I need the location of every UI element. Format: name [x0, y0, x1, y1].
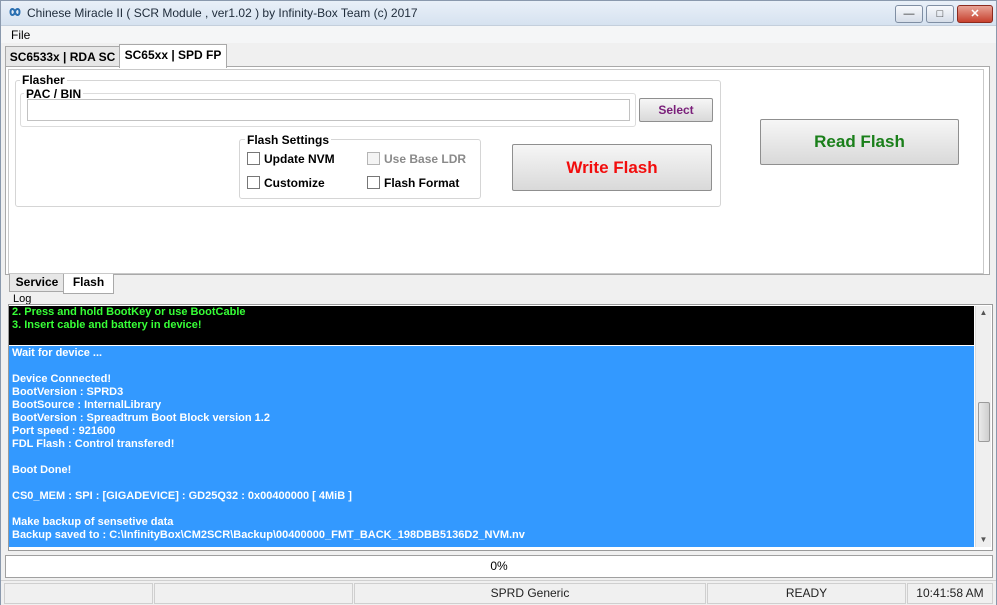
- checkbox-box[interactable]: [367, 152, 380, 165]
- status-panel-empty: [154, 583, 353, 604]
- log-line: 2. Press and hold BootKey or use BootCab…: [12, 306, 246, 318]
- log-line: Boot Done!: [12, 464, 72, 476]
- log-line: Backup saved to : C:\InfinityBox\CM2SCR\…: [12, 529, 525, 541]
- checkbox-box[interactable]: [367, 176, 380, 189]
- menu-bar: File: [1, 26, 996, 43]
- menu-file[interactable]: File: [11, 28, 30, 42]
- log-line: Port speed : 921600: [12, 425, 116, 437]
- status-time: 10:41:58 AM: [907, 583, 993, 604]
- log-instructions: 2. Press and hold BootKey or use BootCab…: [9, 306, 974, 345]
- select-file-button[interactable]: Select: [639, 98, 713, 122]
- log-line: Make backup of sensetive data: [12, 516, 174, 528]
- flash-format-label: Flash Format: [384, 176, 460, 190]
- update-nvm-label: Update NVM: [264, 152, 335, 166]
- scroll-down-arrow-icon[interactable]: ▼: [976, 533, 991, 547]
- log-output: Wait for device ... Device Connected! Bo…: [9, 346, 974, 547]
- infinity-icon: [9, 8, 21, 16]
- use-base-ldr-checkbox[interactable]: Use Base LDR: [367, 152, 466, 166]
- progress-text: 0%: [490, 559, 508, 573]
- close-button[interactable]: ✕: [957, 5, 993, 23]
- log-line: BootVersion : Spreadtrum Boot Block vers…: [12, 412, 270, 424]
- pac-bin-path-field[interactable]: [27, 99, 630, 121]
- flash-settings-label: Flash Settings: [245, 133, 332, 147]
- tab-sc65xx-spd-fp[interactable]: SC65xx | SPD FP: [119, 44, 227, 68]
- checkbox-box[interactable]: [247, 176, 260, 189]
- scroll-thumb[interactable]: [978, 402, 990, 442]
- window-title: Chinese Miracle II ( SCR Module , ver1.0…: [27, 6, 418, 20]
- minimize-button[interactable]: —: [895, 5, 923, 23]
- log-line: BootVersion : SPRD3: [12, 386, 124, 398]
- log-line: Device Connected!: [12, 373, 112, 385]
- update-nvm-checkbox[interactable]: Update NVM: [247, 152, 335, 166]
- log-scrollbar[interactable]: ▲ ▼: [975, 306, 991, 547]
- status-state: READY: [707, 583, 906, 604]
- tab-flash[interactable]: Flash: [63, 274, 114, 294]
- tab-service[interactable]: Service: [9, 274, 65, 292]
- app-window: Chinese Miracle II ( SCR Module , ver1.0…: [0, 0, 997, 605]
- read-flash-button[interactable]: Read Flash: [760, 119, 959, 165]
- flash-settings-group: [239, 139, 481, 199]
- flasher-group-label: Flasher: [20, 73, 67, 87]
- title-bar: Chinese Miracle II ( SCR Module , ver1.0…: [1, 1, 996, 26]
- log-line: Wait for device ...: [12, 347, 103, 359]
- write-flash-button[interactable]: Write Flash: [512, 144, 712, 191]
- log-line: BootSource : InternalLibrary: [12, 399, 162, 411]
- customize-checkbox[interactable]: Customize: [247, 176, 325, 190]
- maximize-button[interactable]: □: [926, 5, 954, 23]
- log-line: FDL Flash : Control transfered!: [12, 438, 175, 450]
- use-base-ldr-label: Use Base LDR: [384, 152, 467, 166]
- flash-format-checkbox[interactable]: Flash Format: [367, 176, 459, 190]
- log-line: 3. Insert cable and battery in device!: [12, 319, 202, 331]
- customize-label: Customize: [264, 176, 325, 190]
- progress-bar: 0%: [5, 555, 993, 578]
- checkbox-box[interactable]: [247, 152, 260, 165]
- log-line: CS0_MEM : SPI : [GIGADEVICE] : GD25Q32 :…: [12, 490, 352, 502]
- status-panel-empty: [4, 583, 153, 604]
- scroll-up-arrow-icon[interactable]: ▲: [976, 306, 991, 320]
- tab-sc6533x-rda-sc[interactable]: SC6533x | RDA SC: [5, 46, 120, 67]
- status-bar: SPRD Generic READY 10:41:58 AM: [1, 580, 996, 605]
- status-platform: SPRD Generic: [354, 583, 706, 604]
